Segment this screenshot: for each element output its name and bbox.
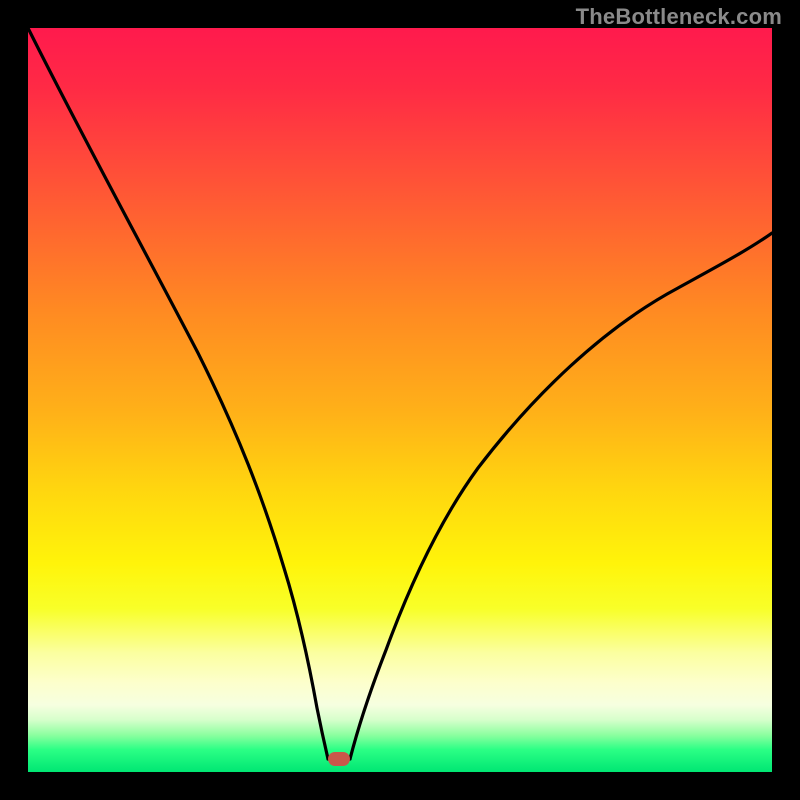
bottleneck-curve-right xyxy=(350,233,772,759)
valley-marker xyxy=(328,752,350,766)
curve-svg xyxy=(28,28,772,772)
bottleneck-curve-left xyxy=(28,28,328,759)
plot-area xyxy=(28,28,772,772)
watermark-text: TheBottleneck.com xyxy=(576,4,782,30)
chart-frame: TheBottleneck.com xyxy=(0,0,800,800)
